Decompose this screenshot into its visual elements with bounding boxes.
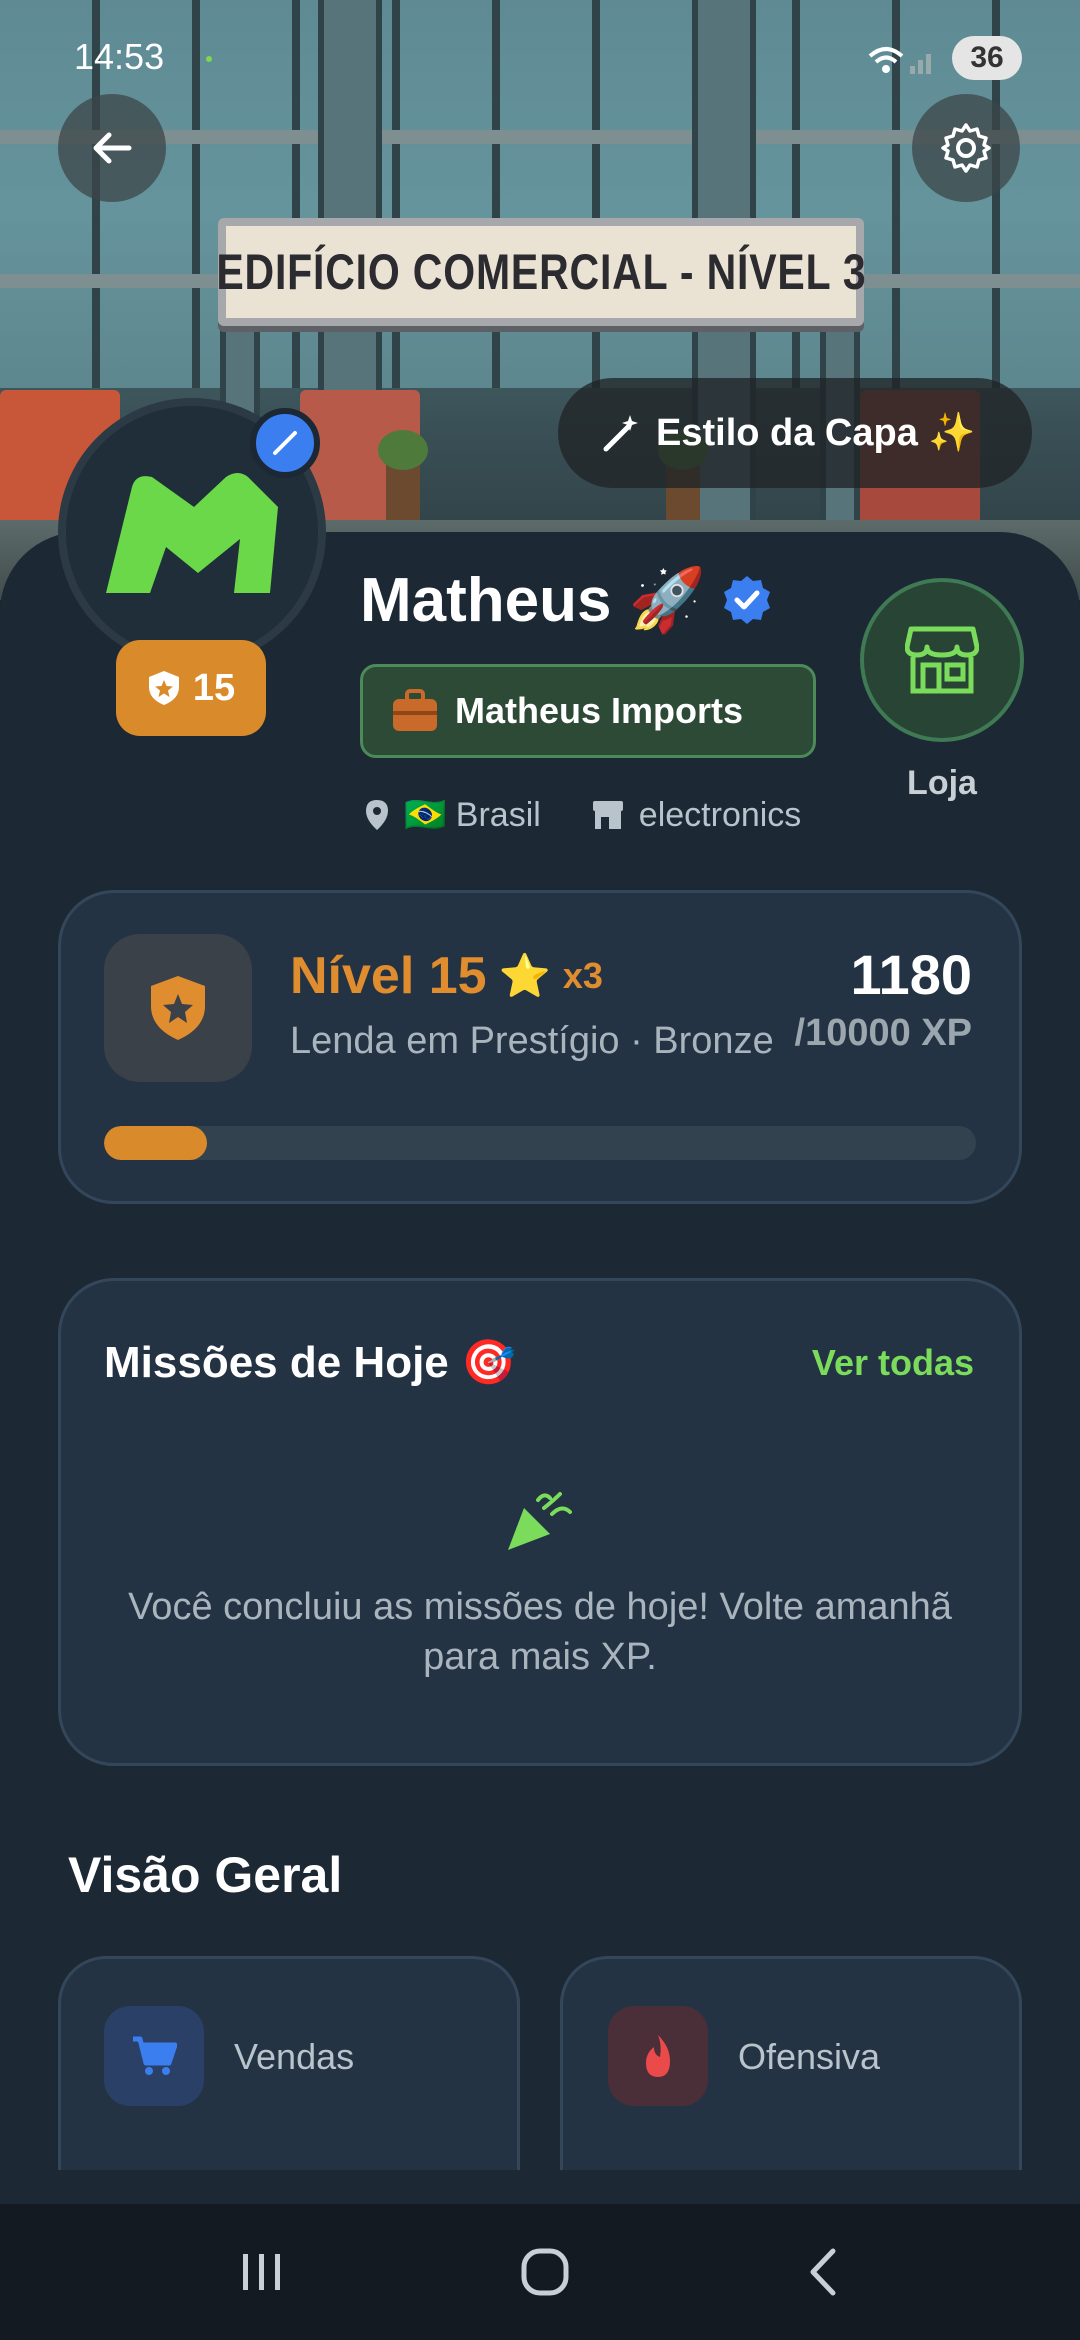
level-title: Nível 15 — [290, 947, 487, 1005]
level-badge: 15 — [116, 640, 266, 736]
level-icon-box — [104, 934, 252, 1082]
company-chip[interactable]: Matheus Imports — [360, 664, 816, 758]
cart-icon-box — [104, 2006, 204, 2106]
missions-empty-message: Você concluiu as missões de hoje! Volte … — [128, 1586, 952, 1678]
flame-icon-box — [608, 2006, 708, 2106]
wifi-signal-icon — [866, 42, 938, 84]
arrow-left-icon — [93, 132, 132, 164]
overview-title: Visão Geral — [68, 1847, 343, 1903]
profile-country: 🇧🇷 Brasil — [404, 796, 541, 834]
cover-style-button[interactable]: Estilo da Capa ✨ — [558, 378, 1032, 488]
store-icon — [592, 801, 623, 829]
building-sign: EDIFÍCIO COMERCIAL - NÍVEL 3 — [216, 218, 865, 326]
pencil-icon — [273, 431, 297, 455]
profile-meta: 🇧🇷 Brasil electronics — [364, 790, 801, 840]
logo-m-icon — [106, 473, 278, 593]
xp-progress-bar — [104, 1126, 976, 1160]
gear-icon — [941, 123, 991, 173]
overview-stats: Vendas Ofensiva — [0, 1956, 1080, 2170]
status-bar: 14:53 36 — [0, 30, 1080, 90]
profile-category: electronics — [638, 795, 802, 834]
edit-avatar-button[interactable] — [250, 408, 320, 478]
briefcase-icon — [393, 689, 437, 731]
stat-label-streak: Ofensiva — [738, 2036, 881, 2077]
level-multiplier: x3 — [562, 955, 603, 996]
level-title-row: Nível 15 ⭐ x3 — [290, 946, 603, 1006]
profile-name-row: Matheus 🚀 — [360, 562, 774, 638]
notification-dot — [206, 56, 212, 62]
party-popper-icon — [508, 1492, 572, 1550]
back-button[interactable] — [58, 94, 166, 202]
see-all-missions-link[interactable]: Ver todas — [812, 1342, 974, 1384]
missions-title: Missões de Hoje 🎯 — [104, 1338, 516, 1387]
level-badge-number: 15 — [192, 666, 236, 709]
xp-total: /10000 XP — [794, 1012, 972, 1054]
flame-icon — [646, 2035, 670, 2077]
home-icon[interactable] — [520, 2247, 570, 2297]
back-nav-icon[interactable] — [803, 2247, 843, 2297]
shop-button[interactable] — [860, 578, 1024, 742]
shop-label: Loja — [907, 764, 977, 802]
level-subtitle: Lenda em Prestígio · Bronze — [290, 1020, 774, 1062]
magic-wand-icon — [603, 415, 638, 452]
recent-apps-icon[interactable] — [237, 2250, 287, 2294]
stat-label-sales: Vendas — [234, 2036, 355, 2077]
location-pin-icon — [366, 800, 388, 830]
profile-name: Matheus 🚀 — [360, 565, 706, 635]
shield-star-icon — [148, 671, 179, 705]
cart-icon — [133, 2036, 177, 2075]
settings-button[interactable] — [912, 94, 1020, 202]
xp-progress-fill — [104, 1126, 207, 1160]
verified-icon — [723, 576, 770, 624]
xp-current: 1180 — [850, 943, 973, 1006]
status-time: 14:53 — [74, 36, 165, 77]
battery-indicator: 36 — [952, 36, 1022, 80]
shield-star-icon — [151, 976, 205, 1040]
cover-style-label: Estilo da Capa ✨ — [656, 412, 976, 454]
system-nav-bar — [0, 2204, 1080, 2340]
storefront-icon — [905, 626, 979, 694]
company-name: Matheus Imports — [455, 690, 744, 731]
star-icon: ⭐ — [498, 951, 551, 999]
